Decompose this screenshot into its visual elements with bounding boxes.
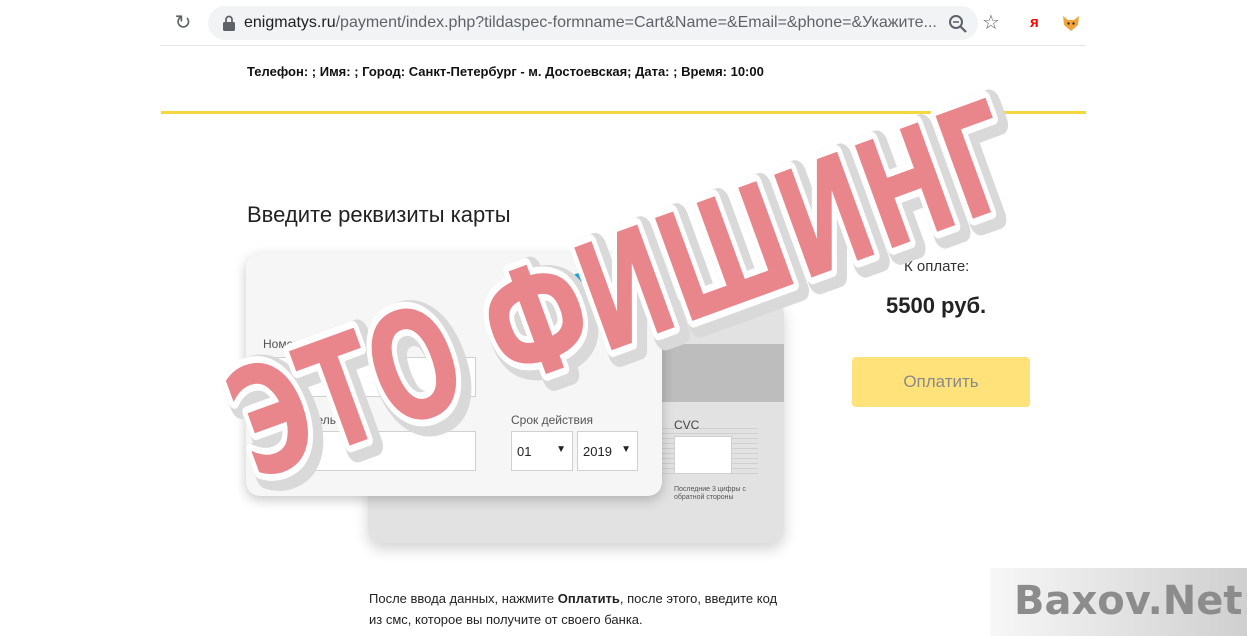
maestro-logo-icon <box>557 273 591 299</box>
browser-toolbar: ↻ enigmatys.ru/payment/index.php?tildasp… <box>160 0 1086 46</box>
holder-name-input[interactable] <box>263 431 476 471</box>
expiry-year-value: 2019 <box>583 444 612 459</box>
address-bar[interactable]: enigmatys.ru/payment/index.php?tildaspec… <box>208 6 978 40</box>
amount-value: 5500 руб. <box>886 293 987 318</box>
url-host: enigmatys.ru <box>244 14 336 31</box>
url-text: enigmatys.ru/payment/index.php?tildaspec… <box>244 14 937 32</box>
expiry-month-value: 01 <box>517 444 532 459</box>
instruction-bold: Оплатить <box>557 591 620 606</box>
browser-tab-strip <box>0 0 160 6</box>
reload-icon[interactable]: ↻ <box>172 12 194 34</box>
chevron-down-icon: ▼ <box>556 444 566 455</box>
chevron-down-icon: ▼ <box>621 444 631 455</box>
page-title: Введите реквизиты карты <box>247 202 511 227</box>
url-path: /payment/index.php?tildaspec-formname=Ca… <box>335 14 937 31</box>
zoom-icon[interactable] <box>947 13 969 35</box>
pay-button[interactable]: Оплатить <box>852 357 1030 407</box>
visa-logo: VISA <box>610 277 646 294</box>
card-front: VISA Номер карты Имя владельца Срок дейс… <box>246 253 662 496</box>
cvc-hint: Последние 3 цифры с обратной стороны <box>674 486 746 501</box>
instruction-text: После ввода данных, нажмите Оплатить, по… <box>369 588 789 630</box>
cvc-input[interactable] <box>674 436 732 474</box>
mastercard-logo-icon <box>505 273 539 299</box>
amount-label: К оплате: <box>904 258 970 275</box>
cvc-label: CVC <box>674 418 700 432</box>
card-number-label: Номер карты <box>263 337 336 351</box>
bookmark-star-icon[interactable]: ☆ <box>982 12 1004 34</box>
page: ↻ enigmatys.ru/payment/index.php?tildasp… <box>0 0 1247 636</box>
expiry-year-select[interactable]: 2019 ▼ <box>577 431 638 471</box>
extension-fox-icon[interactable] <box>1060 12 1082 34</box>
lock-icon <box>223 15 235 31</box>
card-number-input[interactable] <box>263 357 476 397</box>
browser-tab-strip-right <box>1086 0 1247 6</box>
holder-name-label: Имя владельца <box>263 413 350 427</box>
order-info-line: Телефон: ; Имя: ; Город: Санкт-Петербург… <box>247 64 764 79</box>
watermark-logo: Baxov.Net <box>1014 578 1243 624</box>
expiry-month-select[interactable]: 01 ▼ <box>511 431 573 471</box>
instruction-part-1: После ввода данных, нажмите <box>369 591 558 606</box>
yandex-icon[interactable]: я <box>1030 14 1046 32</box>
text-caret <box>272 368 273 386</box>
expiry-label: Срок действия <box>511 413 594 427</box>
header-divider <box>161 111 1086 114</box>
